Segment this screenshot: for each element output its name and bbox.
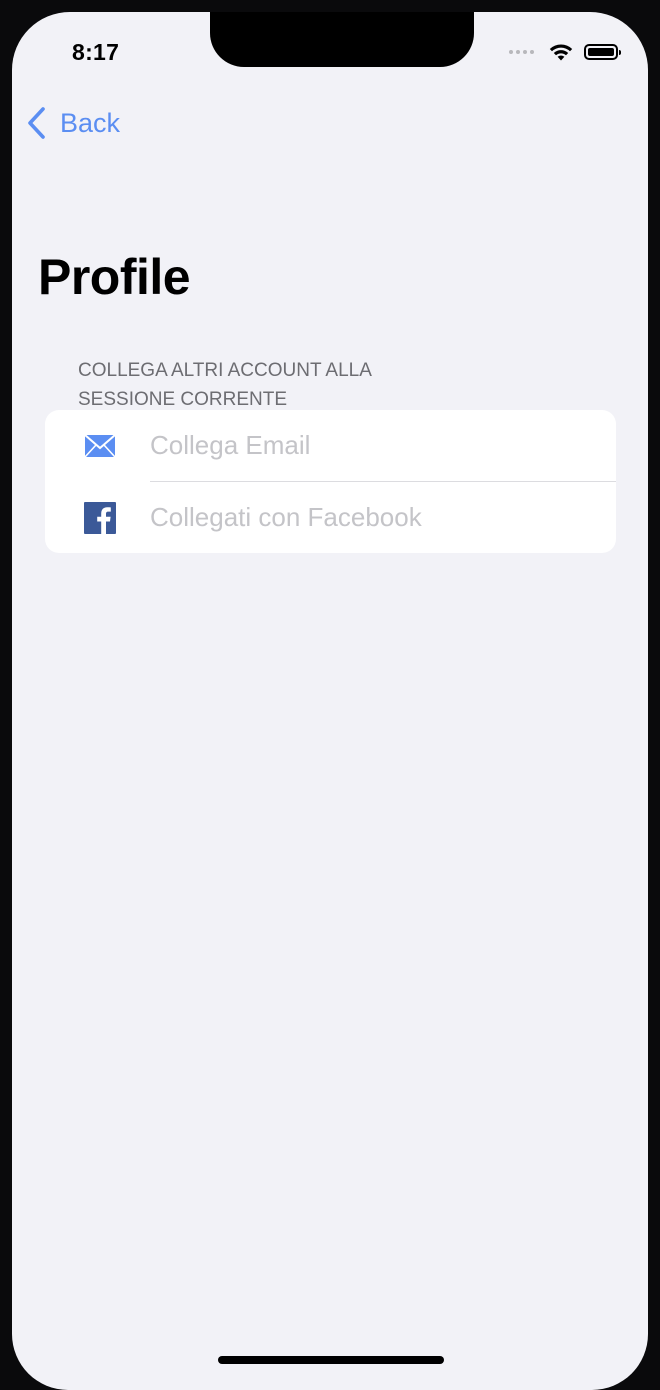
battery-icon [584, 44, 621, 60]
status-time: 8:17 [72, 39, 120, 65]
link-email-row[interactable]: Collega Email [45, 410, 616, 481]
link-facebook-row[interactable]: Collegati con Facebook [45, 482, 616, 553]
screen: 8:17 Back Profile COLLEGA ALTRI ACCOUNT … [12, 12, 648, 1390]
device-frame: 8:17 Back Profile COLLEGA ALTRI ACCOUNT … [0, 0, 660, 1390]
envelope-icon [83, 429, 117, 463]
wifi-icon [549, 44, 573, 61]
page-title: Profile [38, 249, 191, 305]
device-notch [210, 12, 474, 67]
section-header: COLLEGA ALTRI ACCOUNT ALLA SESSIONE CORR… [78, 360, 371, 410]
home-indicator[interactable] [218, 1356, 444, 1364]
cellular-signal-icon [509, 50, 534, 54]
back-button[interactable]: Back [26, 106, 120, 140]
link-email-label: Collega Email [150, 430, 311, 460]
status-icons [509, 40, 621, 64]
back-button-label: Back [60, 107, 121, 138]
linked-accounts-group: Collega Email Collegati con Facebook [45, 410, 616, 553]
chevron-left-icon [28, 107, 45, 139]
link-facebook-label: Collegati con Facebook [150, 502, 422, 532]
facebook-icon [83, 501, 117, 535]
